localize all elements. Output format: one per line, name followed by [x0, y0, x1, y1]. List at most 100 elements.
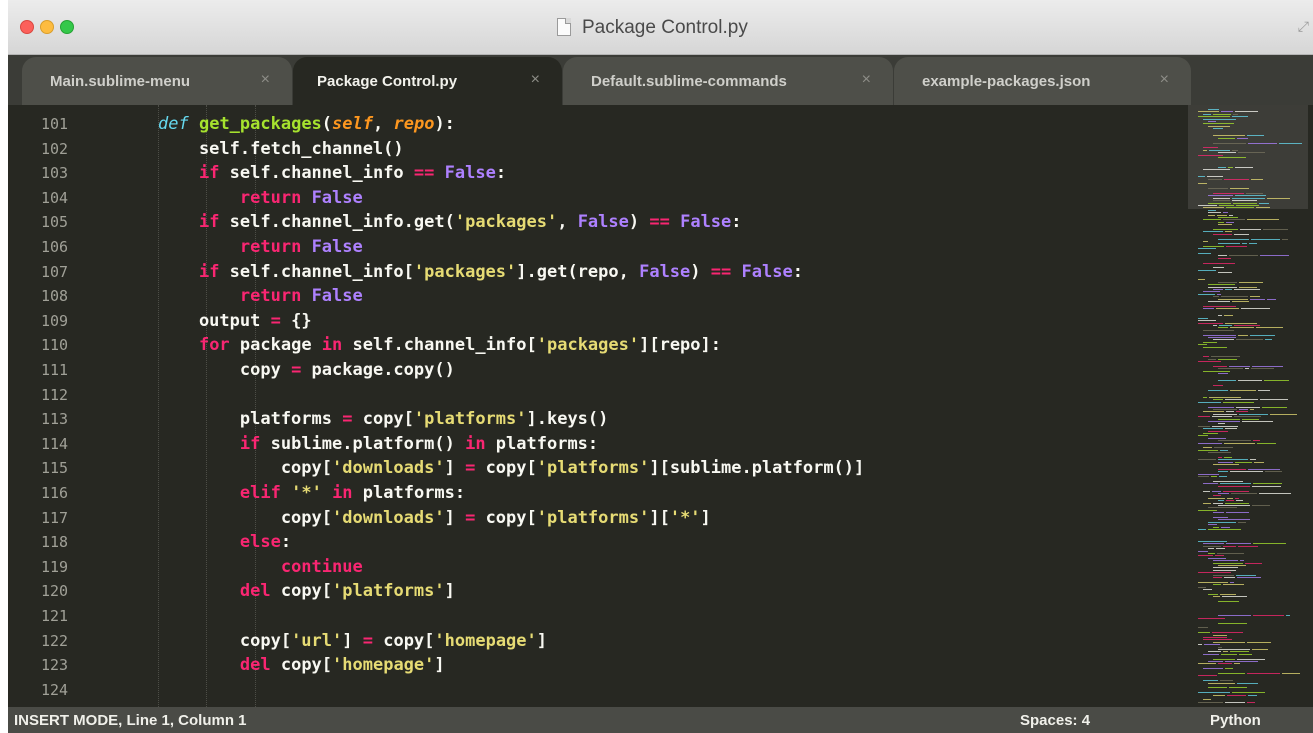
code-line[interactable]: if sublime.platform() in platforms: — [158, 432, 598, 457]
minimap-stroke — [1236, 500, 1243, 502]
tab-default-sublime-commands[interactable]: Default.sublime-commands × — [563, 57, 893, 105]
zoom-window-button[interactable] — [60, 20, 74, 34]
minimap-stroke — [1232, 692, 1265, 694]
code-line[interactable]: return False — [158, 284, 363, 309]
code-line[interactable]: copy = package.copy() — [158, 358, 455, 383]
tab-label: Default.sublime-commands — [591, 73, 787, 90]
tab-package-control-py[interactable]: Package Control.py × — [293, 57, 562, 105]
minimize-window-button[interactable] — [40, 20, 54, 34]
minimap-stroke — [1211, 356, 1240, 358]
line-number: 116 — [41, 484, 69, 502]
minimap-stroke — [1218, 418, 1240, 420]
minimap-stroke — [1213, 385, 1223, 386]
line-number: 118 — [41, 533, 69, 552]
minimap[interactable] — [1188, 105, 1313, 707]
code-line[interactable]: elif '*' in platforms: — [158, 481, 465, 506]
minimap-stroke — [1232, 301, 1249, 302]
line-number: 119 — [41, 557, 69, 576]
code-editor[interactable]: 101 102 103 104 105 106 107 108 109 110 111 112 113 1… — [8, 105, 1313, 707]
line-number-gutter: 101 102 103 104 105 106 107 108 109 110 111 112 113 1… — [8, 105, 128, 707]
minimap-stroke — [1208, 125, 1230, 127]
code-line[interactable]: del copy['platforms'] — [158, 579, 455, 604]
code-area[interactable]: def get_packages(self, repo): self.fetch… — [158, 105, 1178, 707]
minimap-stroke — [1230, 581, 1234, 583]
minimap-stroke — [1203, 241, 1208, 242]
minimap-stroke — [1218, 281, 1237, 283]
minimap-stroke — [1237, 682, 1258, 684]
code-line[interactable]: continue — [158, 555, 363, 580]
minimap-stroke — [1208, 548, 1214, 550]
minimap-stroke — [1225, 322, 1257, 324]
code-line[interactable]: copy['downloads'] = copy['platforms'][su… — [158, 456, 864, 481]
minimap-stroke — [1237, 137, 1248, 139]
minimap-stroke — [1223, 490, 1249, 492]
minimap-stroke — [1217, 553, 1244, 554]
code-line[interactable]: def get_packages(self, repo): — [158, 112, 455, 137]
minimap-stroke — [1282, 673, 1300, 674]
minimap-stroke — [1203, 545, 1221, 547]
minimap-stroke — [1198, 644, 1202, 646]
minimap-stroke — [1203, 653, 1219, 655]
code-line[interactable]: else: — [158, 530, 291, 555]
minimap-stroke — [1198, 253, 1211, 254]
minimap-stroke — [1225, 231, 1232, 233]
minimap-stroke — [1213, 197, 1230, 199]
code-line[interactable]: del copy['homepage'] — [158, 653, 445, 678]
line-number: 111 — [41, 361, 69, 379]
code-line[interactable]: self.fetch_channel() — [158, 137, 404, 162]
minimap-stroke — [1203, 483, 1218, 485]
minimap-stroke — [1218, 485, 1250, 487]
minimap-stroke — [1240, 229, 1261, 230]
code-line[interactable]: copy['url'] = copy['homepage'] — [158, 629, 547, 654]
minimap-stroke — [1218, 243, 1240, 245]
minimap-stroke — [1250, 334, 1275, 336]
minimap-stroke — [1218, 327, 1228, 329]
title-bar: Package Control.py ⤢ — [8, 0, 1313, 55]
minimap-stroke — [1198, 322, 1223, 324]
close-tab-icon[interactable]: × — [261, 71, 270, 89]
minimap-stroke — [1232, 149, 1238, 151]
minimap-stroke — [1213, 574, 1234, 576]
code-line[interactable]: if self.channel_info.get('packages', Fal… — [158, 210, 742, 235]
code-line[interactable]: for package in self.channel_info['packag… — [158, 333, 721, 358]
minimap-stroke — [1203, 149, 1207, 151]
code-line[interactable]: return False — [158, 186, 363, 211]
syntax-selector[interactable]: Python — [1210, 712, 1261, 729]
close-tab-icon[interactable]: × — [531, 71, 540, 89]
minimap-stroke — [1198, 586, 1206, 588]
code-line[interactable]: if self.channel_info['packages'].get(rep… — [158, 260, 803, 285]
fullscreen-icon[interactable]: ⤢ — [1298, 18, 1309, 35]
close-tab-icon[interactable]: × — [1160, 71, 1169, 89]
minimap-stroke — [1213, 325, 1217, 326]
minimap-stroke — [1198, 692, 1230, 694]
minimap-stroke — [1203, 543, 1224, 545]
code-line[interactable]: if self.channel_info == False: — [158, 161, 506, 186]
tab-main-sublime-menu[interactable]: Main.sublime-menu × — [22, 57, 292, 105]
minimap-stroke — [1208, 178, 1222, 180]
minimap-stroke — [1237, 577, 1261, 578]
minimap-stroke — [1213, 142, 1246, 144]
code-line[interactable]: output = {} — [158, 309, 312, 334]
close-tab-icon[interactable]: × — [862, 71, 871, 89]
tab-example-packages-json[interactable]: example-packages.json × — [894, 57, 1191, 105]
code-line[interactable]: platforms = copy['platforms'].keys() — [158, 407, 609, 432]
code-line[interactable]: return False — [158, 235, 363, 260]
line-number: 102 — [41, 139, 69, 158]
minimap-stroke — [1218, 315, 1222, 317]
minimap-stroke — [1218, 298, 1248, 300]
code-line[interactable]: copy['downloads'] = copy['platforms']['*… — [158, 506, 711, 531]
minimap-stroke — [1198, 176, 1205, 178]
minimap-stroke — [1203, 589, 1212, 590]
minimap-stroke — [1218, 157, 1246, 158]
tab-label: example-packages.json — [922, 73, 1091, 90]
minimap-stroke — [1226, 221, 1234, 223]
minimap-stroke — [1208, 651, 1221, 653]
minimap-stroke — [1239, 653, 1252, 655]
indentation-selector[interactable]: Spaces: 4 — [1020, 712, 1090, 729]
minimap-stroke — [1247, 219, 1279, 221]
minimap-stroke — [1230, 389, 1256, 391]
minimap-stroke — [1198, 111, 1219, 113]
minimap-stroke — [1235, 497, 1239, 499]
close-window-button[interactable] — [20, 20, 34, 34]
minimap-stroke — [1230, 327, 1254, 329]
